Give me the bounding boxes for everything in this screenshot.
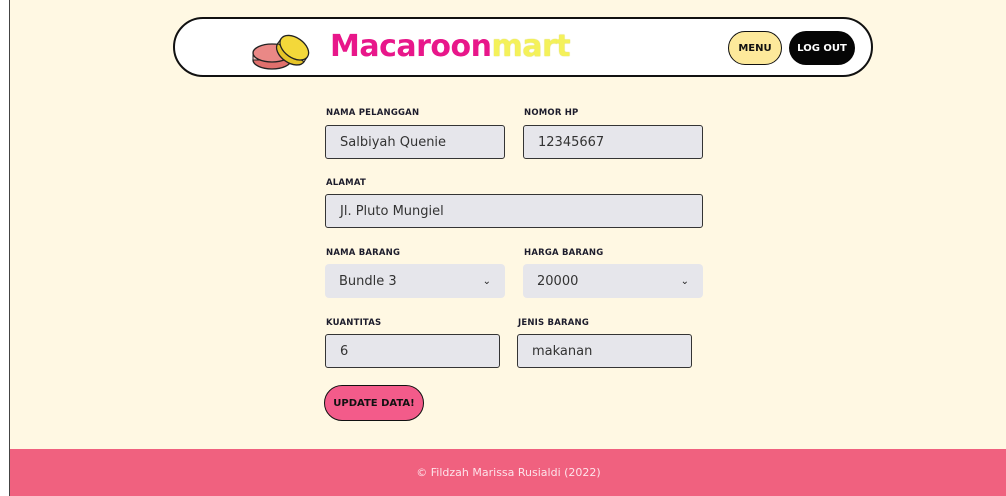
kuantitas-label: KUANTITAS <box>326 318 382 328</box>
brand-text-macaroon: Macaroon <box>330 29 492 64</box>
alamat-label: ALAMAT <box>326 178 366 188</box>
alamat-input[interactable]: Jl. Pluto Mungiel <box>325 194 703 228</box>
update-data-button[interactable]: UPDATE DATA! <box>324 385 424 421</box>
brand-text-mart: mart <box>491 29 571 64</box>
chevron-down-icon: ⌄ <box>482 275 491 287</box>
logout-button[interactable]: LOG OUT <box>789 31 855 65</box>
harga-barang-selected: 20000 <box>537 273 579 289</box>
page: Macaroonmart MENU LOG OUT NAMA PELANGGAN… <box>9 0 1006 496</box>
harga-barang-select[interactable]: 20000 ⌄ <box>523 264 703 298</box>
chevron-down-icon: ⌄ <box>680 275 689 287</box>
nama-barang-label: NAMA BARANG <box>326 248 401 258</box>
menu-button[interactable]: MENU <box>728 31 782 65</box>
nomor-hp-input[interactable]: 12345667 <box>523 125 703 159</box>
footer: © Fildzah Marissa Rusialdi (2022) <box>10 449 1006 496</box>
nama-pelanggan-input[interactable]: Salbiyah Quenie <box>325 125 505 159</box>
jenis-barang-input[interactable]: makanan <box>517 334 692 368</box>
harga-barang-label: HARGA BARANG <box>524 248 604 258</box>
nomor-hp-label: NOMOR HP <box>524 108 579 118</box>
footer-copyright: © Fildzah Marissa Rusialdi (2022) <box>416 466 601 479</box>
brand-logo[interactable]: Macaroonmart <box>330 29 571 65</box>
kuantitas-input[interactable]: 6 <box>325 334 500 368</box>
nama-barang-select[interactable]: Bundle 3 ⌄ <box>325 264 505 298</box>
nama-barang-selected: Bundle 3 <box>339 273 397 289</box>
navbar: Macaroonmart MENU LOG OUT <box>173 17 873 77</box>
window-edge <box>0 0 9 496</box>
nama-pelanggan-label: NAMA PELANGGAN <box>326 108 420 118</box>
jenis-barang-label: JENIS BARANG <box>518 318 589 328</box>
macaron-logo-icon <box>252 34 310 70</box>
